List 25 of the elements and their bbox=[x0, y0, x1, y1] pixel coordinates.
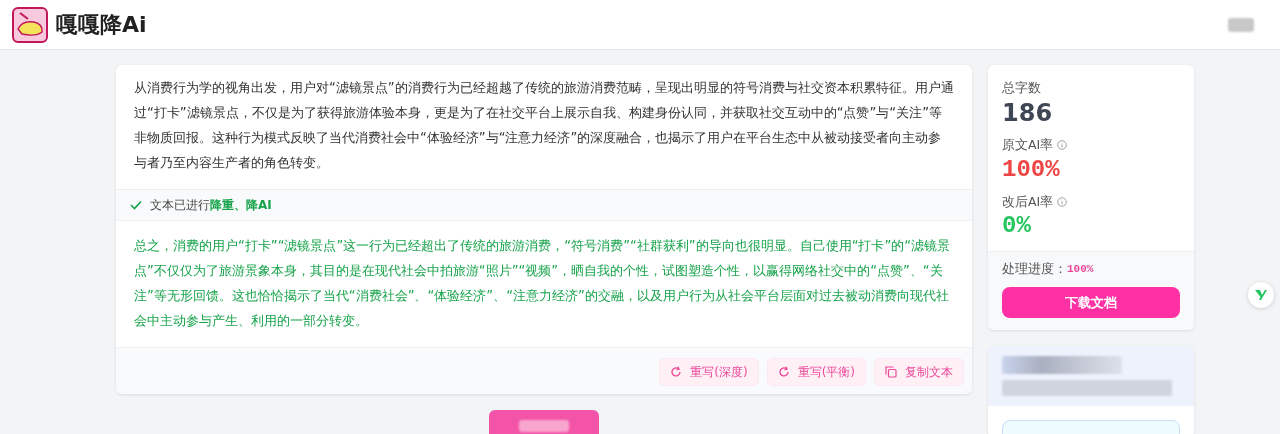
chat-float-button[interactable] bbox=[1248, 282, 1274, 308]
stat-value: 100% bbox=[1002, 154, 1061, 185]
blurred-button[interactable] bbox=[489, 410, 599, 434]
stat-value: 0% bbox=[1002, 211, 1032, 242]
rewrite-button[interactable]: 重写(深度) bbox=[659, 358, 759, 386]
stat-label: 总字数 bbox=[1002, 79, 1041, 97]
rewrite-button[interactable]: 重写(平衡) bbox=[766, 358, 866, 386]
download-button[interactable]: 下载文档 bbox=[1002, 287, 1180, 318]
stat-value: 186 bbox=[1002, 97, 1054, 128]
copy-icon bbox=[885, 366, 897, 378]
progress-label: 处理进度： bbox=[1002, 260, 1067, 279]
progress-value: 100% bbox=[1067, 262, 1094, 278]
stat-label: 改后AI率 bbox=[1002, 192, 1054, 211]
info-icon[interactable] bbox=[1057, 196, 1068, 207]
logo-text: 嘎嘎降Ai bbox=[56, 11, 147, 39]
refresh-icon bbox=[777, 366, 790, 378]
copy-button[interactable]: 复制文本 bbox=[874, 358, 964, 386]
avatar bbox=[1228, 17, 1254, 32]
original-paragraph: 从消费行为学的视角出发，用户对“滤镜景点”的消费行为已经超越了传统的旅游消费范畴，呈现出明显的符号消费与社交资本积累特征。用户通过“打卡”滤镜景点，不仅是为了获得旅游体验本身，更是为了在社交平台上展示自我、构建身份认同，并获取社交互动中的“点赞”与“关注”等非物质回报。这种行为模式反映了当代消费社会中“体验经济”与“注意力经济”的深度融合，也揭示了用户在平台生态中从被动接受者向主动参与者乃至内容生产者的角色转变。 bbox=[133, 79, 955, 172]
stat-label: 原文AI率 bbox=[1002, 135, 1054, 154]
status-text: 文本已进行降重、降AI bbox=[150, 197, 272, 214]
logo-icon bbox=[12, 6, 48, 43]
info-icon[interactable] bbox=[1057, 140, 1068, 151]
rewritten-paragraph: 总之，消费的用户“打卡”“滤镜景点”这一行为已经超出了传统的旅游消费，“符号消费”“社群获利”的导向也很明显。自己使用“打卡”的“滤镜景点”不仅仅为了旅游景象本身，其目的是在现代社会中拍旅游“照片”“视频”，晒自我的个性，试图塑造个性，以赢得网络社交中的“点赞”、“关注”等无形回馈。这也恰恰揭示了当代“消费社会”、“体验经济”、“注意力经济”的交融，以及用户行为从社会平台层面对过去被动消费向现代社会中主动参与产生、利用的一部分转变。 bbox=[133, 237, 952, 330]
refresh-icon bbox=[670, 366, 683, 378]
